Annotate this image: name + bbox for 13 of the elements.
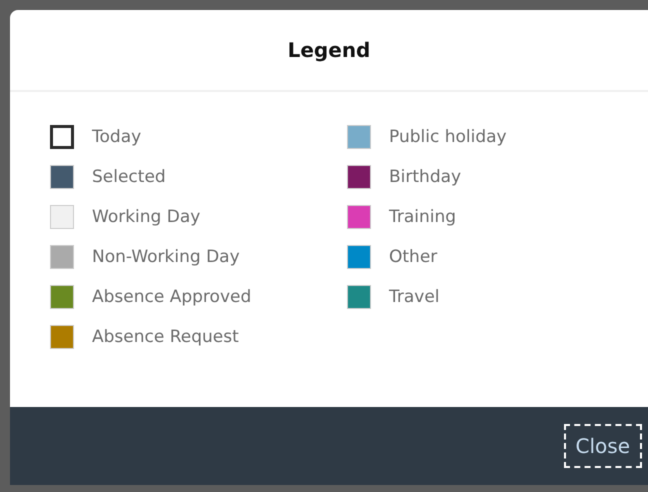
legend-label: Today <box>92 127 142 147</box>
legend-label: Training <box>389 207 456 227</box>
dialog-title: Legend <box>288 38 370 62</box>
legend-label: Absence Approved <box>92 287 252 307</box>
legend-label: Public holiday <box>389 127 507 147</box>
legend-label: Other <box>389 247 438 267</box>
legend-label: Selected <box>92 167 166 187</box>
legend-label: Working Day <box>92 207 200 227</box>
legend-label: Non-Working Day <box>92 247 240 267</box>
legend-label: Travel <box>389 287 440 307</box>
close-button[interactable]: Close <box>564 424 642 468</box>
legend-label: Absence Request <box>92 327 239 347</box>
legend-label: Birthday <box>389 167 462 187</box>
